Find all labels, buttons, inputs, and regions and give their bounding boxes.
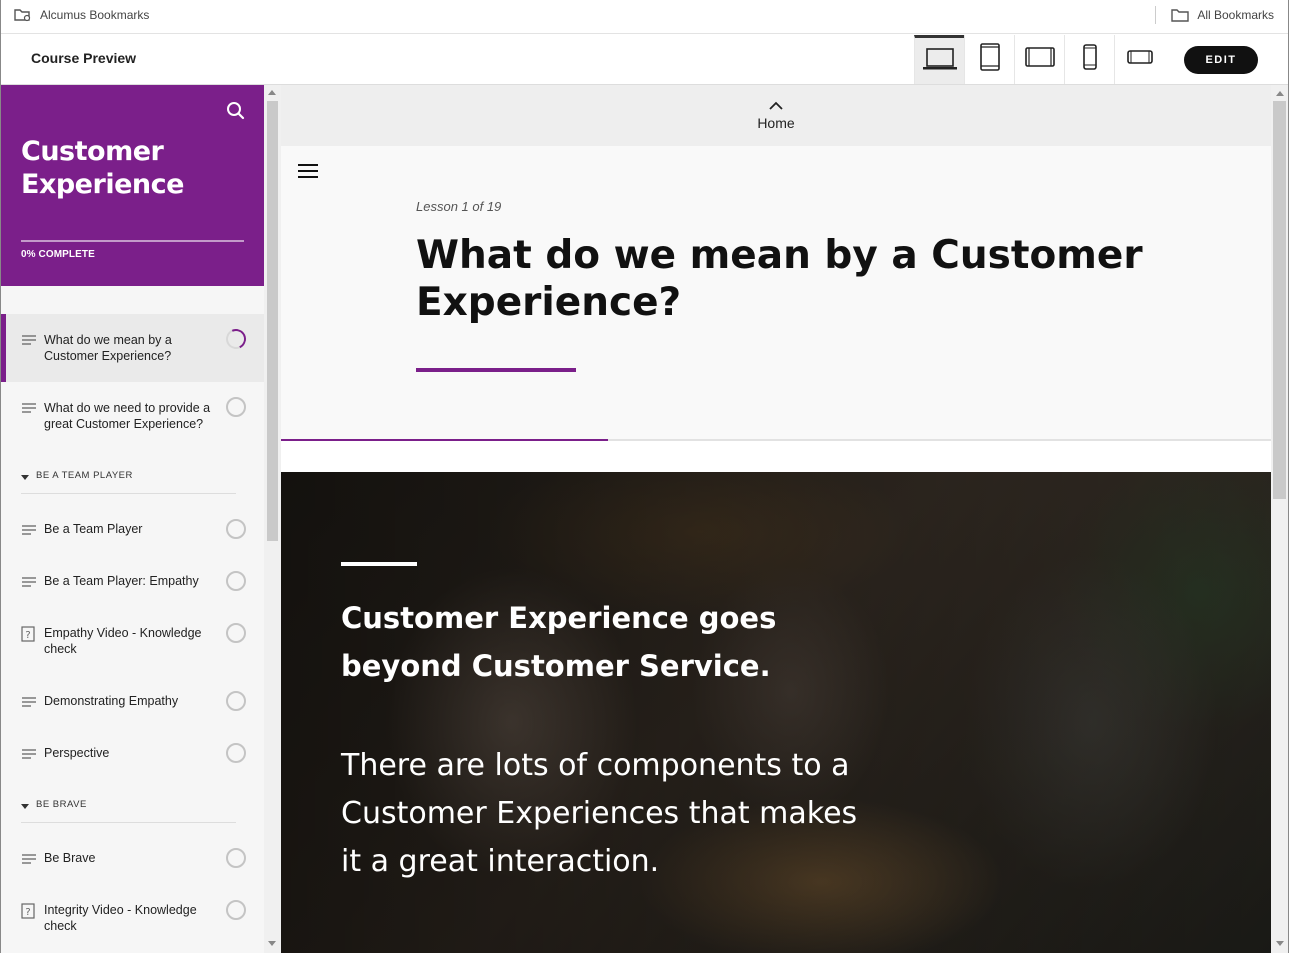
svg-text:?: ? (25, 907, 30, 918)
course-progress-label: 0% COMPLETE (21, 249, 95, 260)
title-underline (416, 368, 576, 372)
scroll-up-arrow-icon[interactable] (268, 90, 276, 95)
text-lines-icon (21, 524, 37, 543)
all-bookmarks-label: All Bookmarks (1197, 8, 1274, 22)
section-label: BE A TEAM PLAYER (36, 470, 133, 481)
not-started-icon (226, 623, 246, 643)
lesson-label: Perspective (44, 746, 110, 760)
svg-text:?: ? (25, 630, 30, 641)
alcumus-bookmarks-label: Alcumus Bookmarks (40, 8, 150, 22)
not-started-icon (226, 848, 246, 868)
scroll-down-arrow-icon[interactable] (268, 941, 276, 946)
home-link[interactable]: Home (281, 85, 1271, 146)
hero-image-block: Customer Experience goes beyond Customer… (281, 472, 1271, 953)
lesson-label: Be a Team Player: Empathy (44, 574, 199, 588)
lesson-progress-bar (281, 439, 1271, 441)
section-toggle[interactable]: BE A TEAM PLAYER (21, 466, 236, 494)
alcumus-bookmarks-link[interactable]: Alcumus Bookmarks (14, 7, 149, 23)
tablet-portrait-view-button[interactable] (964, 35, 1014, 84)
laptop-icon (922, 47, 958, 76)
image-body-text: There are lots of components to a Custom… (341, 748, 858, 879)
text-lines-icon (21, 402, 37, 421)
lesson-item[interactable]: Demonstrating Empathy (0, 677, 264, 729)
tablet-landscape-view-button[interactable] (1014, 35, 1064, 84)
phone-portrait-view-button[interactable] (1064, 35, 1114, 84)
lesson-hero: Lesson 1 of 19 What do we mean by a Cust… (281, 146, 1271, 441)
lesson-label: What do we need to provide a great Custo… (44, 401, 211, 431)
lesson-item[interactable]: ? Empathy Video - Knowledge check (0, 609, 264, 677)
chevron-up-icon (768, 98, 784, 116)
sidebar-scroll-thumb[interactable] (267, 101, 278, 541)
lesson-label: Empathy Video - Knowledge check (44, 626, 202, 656)
scroll-up-arrow-icon[interactable] (1276, 91, 1284, 96)
in-progress-icon (223, 326, 249, 352)
lesson-content: Home Lesson 1 of 19 What do we mean by a… (281, 85, 1271, 953)
lesson-item[interactable]: Be Brave (0, 834, 264, 886)
text-lines-icon (21, 334, 37, 353)
page-title: Course Preview (31, 50, 137, 66)
not-started-icon (226, 743, 246, 763)
not-started-icon (226, 691, 246, 711)
lesson-title: What do we mean by a Customer Experience… (416, 233, 1143, 325)
phone-landscape-icon (1126, 49, 1153, 70)
lesson-item[interactable]: Perspective (0, 729, 264, 781)
bookmarks-bar: Alcumus Bookmarks All Bookmarks (0, 0, 1289, 34)
home-label: Home (757, 115, 795, 131)
desktop-view-button[interactable] (914, 35, 964, 84)
app-header: Course Preview EDIT (0, 35, 1289, 85)
text-lines-icon (21, 576, 37, 595)
lesson-counter: Lesson 1 of 19 (416, 199, 502, 214)
tablet-landscape-icon (1024, 46, 1055, 73)
menu-icon[interactable] (297, 162, 319, 185)
lesson-label: Demonstrating Empathy (44, 694, 179, 708)
course-title: Customer Experience (21, 136, 184, 200)
course-header: Customer Experience 0% COMPLETE (0, 85, 264, 286)
edit-button[interactable]: EDIT (1184, 46, 1258, 74)
text-lines-icon (21, 748, 37, 767)
not-started-icon (226, 397, 246, 417)
not-started-icon (226, 900, 246, 920)
window-border (0, 0, 1, 953)
content-scroll-thumb[interactable] (1273, 101, 1286, 499)
scroll-down-arrow-icon[interactable] (1276, 941, 1284, 946)
lesson-label: Be Brave (44, 851, 96, 865)
caret-down-icon (21, 475, 29, 480)
text-lines-icon (21, 696, 37, 715)
lesson-label: What do we mean by a Customer Experience… (44, 333, 172, 363)
course-progress-bar (21, 240, 244, 242)
all-bookmarks-link[interactable]: All Bookmarks (1171, 7, 1274, 23)
question-icon: ? (21, 903, 35, 924)
lesson-item[interactable]: What do we mean by a Customer Experience… (0, 314, 264, 382)
image-heading: Customer Experience goes beyond Customer… (341, 601, 777, 683)
lesson-item[interactable]: ? Integrity Video - Knowledge check (0, 886, 264, 953)
section-label: BE BRAVE (36, 799, 87, 810)
caret-down-icon (21, 804, 29, 809)
lesson-label: Be a Team Player (44, 522, 143, 536)
quote-bar (341, 562, 417, 566)
not-started-icon (226, 519, 246, 539)
sidebar-scrollbar[interactable] (264, 85, 281, 953)
lesson-item[interactable]: Be a Team Player: Empathy (0, 557, 264, 609)
lesson-item[interactable]: What do we need to provide a great Custo… (0, 382, 264, 450)
folder-icon (1171, 7, 1190, 23)
question-icon: ? (21, 626, 35, 647)
phone-landscape-view-button[interactable] (1114, 35, 1164, 84)
search-icon[interactable] (226, 101, 246, 126)
text-lines-icon (21, 853, 37, 872)
section-toggle[interactable]: BE BRAVE (21, 795, 236, 823)
bookmarks-divider (1155, 6, 1156, 24)
lesson-label: Integrity Video - Knowledge check (44, 903, 197, 933)
content-scrollbar[interactable] (1271, 85, 1289, 953)
bookmark-folder-icon (14, 7, 32, 23)
phone-portrait-icon (1082, 44, 1098, 75)
tablet-portrait-icon (979, 43, 1001, 76)
lesson-progress-fill (281, 439, 608, 441)
course-sidebar: Customer Experience 0% COMPLETE What do … (0, 85, 264, 953)
not-started-icon (226, 571, 246, 591)
lesson-item[interactable]: Be a Team Player (0, 505, 264, 557)
